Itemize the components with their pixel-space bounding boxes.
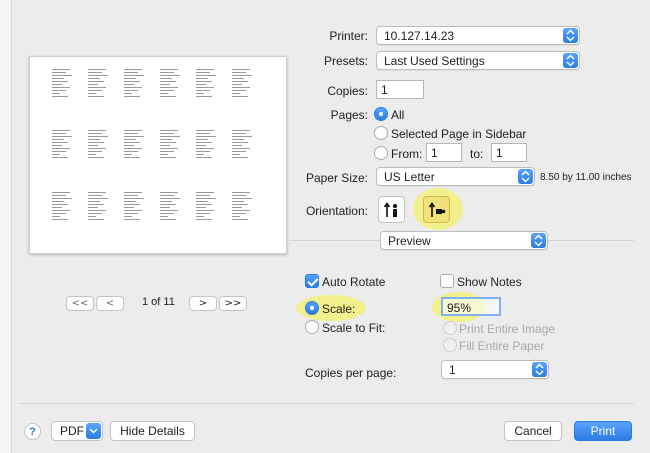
page-thumbnail <box>196 69 222 102</box>
page-thumbnail <box>196 192 222 225</box>
scale-label: Scale: <box>322 302 356 316</box>
last-page-button[interactable]: >> <box>219 296 247 311</box>
hide-details-button[interactable]: Hide Details <box>110 421 195 441</box>
chevron-down-icon <box>86 423 101 439</box>
pdf-menu-button[interactable]: PDF <box>51 421 103 441</box>
section-popup[interactable]: Preview <box>380 231 548 250</box>
page-thumbnail <box>88 192 114 225</box>
cancel-button[interactable]: Cancel <box>504 421 562 441</box>
show-notes-checkbox[interactable] <box>440 274 454 288</box>
copies-per-page-value: 1 <box>449 363 456 377</box>
copies-label: Copies: <box>327 84 368 98</box>
paper-size-value: US Letter <box>384 170 435 184</box>
page-thumbnail <box>88 69 114 102</box>
scale-to-fit-radio[interactable] <box>305 320 319 334</box>
page-thumbnail <box>124 69 150 102</box>
page-preview <box>29 56 287 254</box>
page-thumbnail <box>196 130 222 163</box>
page-indicator: 1 of 11 <box>142 296 175 308</box>
copies-field[interactable]: 1 <box>376 80 424 99</box>
printer-label: Printer: <box>329 29 368 43</box>
print-entire-image-radio[interactable] <box>443 321 457 335</box>
presets-label: Presets: <box>323 54 368 68</box>
scale-to-fit-label: Scale to Fit: <box>322 321 386 335</box>
page-thumbnail <box>52 69 78 102</box>
show-notes-label: Show Notes <box>457 275 522 289</box>
page-thumbnail <box>124 192 150 225</box>
paper-size-popup[interactable]: US Letter <box>376 167 535 186</box>
fill-entire-paper-radio[interactable] <box>443 338 457 352</box>
print-entire-image-label: Print Entire Image <box>459 322 556 336</box>
up-down-arrows-icon <box>563 53 578 68</box>
portrait-orientation-icon <box>383 201 397 217</box>
pages-from-field[interactable]: 1 <box>426 143 462 162</box>
print-button[interactable]: Print <box>574 421 632 441</box>
fill-entire-paper-label: Fill Entire Paper <box>459 339 545 353</box>
pages-all-radio[interactable] <box>374 107 388 121</box>
page-thumbnail <box>160 69 186 102</box>
paper-size-label: Paper Size: <box>305 171 368 185</box>
page-thumbnail <box>88 130 114 163</box>
page-thumbnail <box>124 130 150 163</box>
scale-field[interactable]: 95% <box>441 297 501 316</box>
printer-popup[interactable]: 10.127.14.23 <box>376 26 580 45</box>
pages-to-label: to: <box>470 147 484 161</box>
next-page-button[interactable]: > <box>189 296 217 311</box>
auto-rotate-checkbox[interactable] <box>305 274 319 288</box>
presets-value: Last Used Settings <box>384 54 485 68</box>
auto-rotate-label: Auto Rotate <box>322 275 386 289</box>
help-button[interactable]: ? <box>24 423 41 440</box>
paper-dimensions: 8.50 by 11.00 inches <box>540 172 632 183</box>
section-popup-value: Preview <box>388 234 431 248</box>
page-thumbnail <box>52 130 78 163</box>
pages-selected-label: Selected Page in Sidebar <box>391 127 527 141</box>
pdf-label: PDF <box>60 424 84 438</box>
pages-range-radio[interactable] <box>374 146 388 160</box>
page-thumbnail <box>232 130 258 163</box>
up-down-arrows-icon <box>563 28 578 43</box>
landscape-button[interactable] <box>423 196 450 223</box>
pages-label: Pages: <box>330 108 368 122</box>
pages-from-label: From: <box>391 147 423 161</box>
landscape-orientation-icon <box>428 201 445 217</box>
first-page-button[interactable]: << <box>66 296 94 311</box>
orientation-label: Orientation: <box>305 204 368 218</box>
background-window-strip <box>0 0 12 453</box>
page-thumbnail <box>232 192 258 225</box>
scale-radio[interactable] <box>305 301 319 315</box>
pages-selected-radio[interactable] <box>374 126 388 140</box>
footer-separator <box>20 403 634 404</box>
page-thumbnail <box>52 192 78 225</box>
copies-per-page-popup[interactable]: 1 <box>441 360 549 379</box>
pages-to-field[interactable]: 1 <box>491 143 527 162</box>
printer-value: 10.127.14.23 <box>384 29 455 43</box>
portrait-button[interactable] <box>378 196 405 223</box>
pages-all-label: All <box>391 108 405 122</box>
page-thumbnail <box>160 192 186 225</box>
up-down-arrows-icon <box>532 362 547 377</box>
page-thumbnail <box>232 69 258 102</box>
copies-per-page-label: Copies per page: <box>305 366 397 380</box>
page-thumbnail <box>160 130 186 163</box>
previous-page-button[interactable]: < <box>96 296 124 311</box>
presets-popup[interactable]: Last Used Settings <box>376 51 580 70</box>
up-down-arrows-icon <box>531 233 546 248</box>
up-down-arrows-icon <box>518 169 533 184</box>
